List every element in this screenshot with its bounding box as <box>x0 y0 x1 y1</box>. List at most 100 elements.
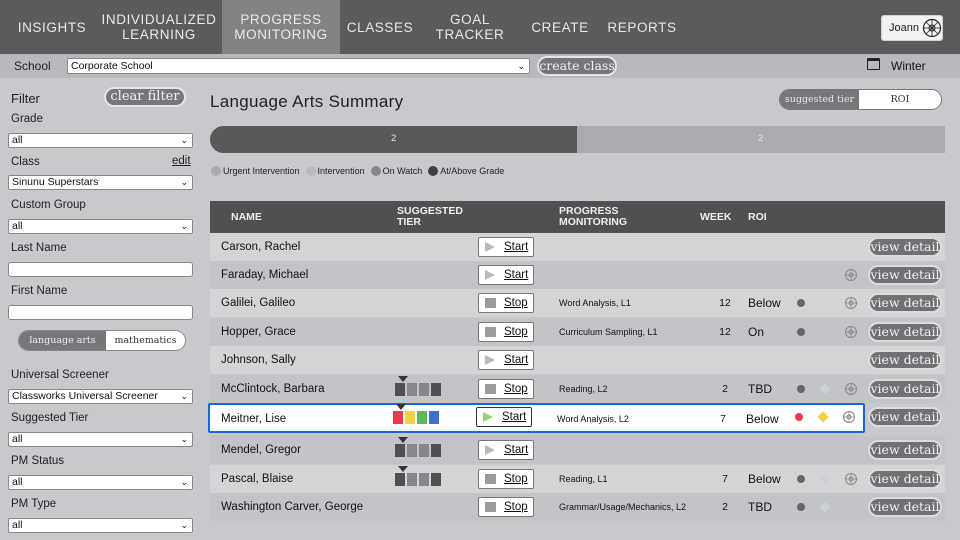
suggested-tier-select[interactable]: all ⌄ <box>8 432 193 447</box>
student-name[interactable]: Carson, Rachel <box>221 233 300 261</box>
view-detail-button[interactable]: view detail <box>868 293 942 313</box>
stop-icon <box>485 298 496 308</box>
nav-individualized-learning[interactable]: INDIVIDUALIZED LEARNING <box>100 0 218 54</box>
nav-insights[interactable]: INSIGHTS <box>14 0 90 54</box>
subject-language-arts[interactable]: language arts <box>19 331 106 350</box>
nav-create[interactable]: CREATE <box>528 0 592 54</box>
table-row[interactable]: Meitner, Lise Start Word Analysis, L2 7 Belo… <box>208 403 865 433</box>
nav-goal-tracker[interactable]: GOAL TRACKER <box>418 0 522 54</box>
table-row[interactable]: Hopper, Grace Stop Curriculum Sampling, L1… <box>210 318 945 346</box>
grade-select[interactable]: all ⌄ <box>8 133 193 148</box>
student-name[interactable]: Washington Carver, George <box>221 493 363 521</box>
monitoring-type: Word Analysis, L1 <box>559 298 631 308</box>
tier-blocks <box>395 473 441 486</box>
universal-screener-select[interactable]: Classworks Universal Screener ⌄ <box>8 389 193 404</box>
tier-marker-icon <box>398 437 408 443</box>
pm-type-label: PM Type <box>11 498 57 510</box>
user-menu[interactable]: Joann <box>881 15 943 41</box>
settings-gear-icon[interactable] <box>842 410 856 424</box>
last-name-input[interactable] <box>8 262 193 277</box>
settings-gear-icon[interactable] <box>844 268 858 282</box>
stop-monitoring-button[interactable]: Stop <box>478 379 534 399</box>
header-name[interactable]: NAME <box>231 212 262 223</box>
view-detail-button[interactable]: view detail <box>868 237 942 257</box>
start-monitoring-button[interactable]: Start <box>478 237 534 257</box>
class-edit-link[interactable]: edit <box>172 155 191 167</box>
view-detail-button[interactable]: view detail <box>868 497 942 517</box>
nav-reports[interactable]: REPORTS <box>604 0 680 54</box>
view-detail-button[interactable]: view detail <box>868 322 942 342</box>
legend-item: Urgent Intervention <box>211 166 300 176</box>
view-detail-button[interactable]: view detail <box>868 265 942 285</box>
student-name[interactable]: Faraday, Michael <box>221 261 308 289</box>
monitoring-type: Word Analysis, L2 <box>557 414 629 424</box>
pm-type-select[interactable]: all ⌄ <box>8 518 193 533</box>
create-class-button[interactable]: create class <box>537 56 617 76</box>
class-select[interactable]: Sinunu Superstars ⌄ <box>8 175 193 190</box>
first-name-input[interactable] <box>8 305 193 320</box>
suggested-tier-toggle[interactable]: suggested tier <box>780 90 860 109</box>
student-name[interactable]: McClintock, Barbara <box>221 375 325 403</box>
view-detail-button[interactable]: view detail <box>868 407 942 427</box>
legend-dot <box>211 166 221 176</box>
pm-status-select[interactable]: all ⌄ <box>8 475 193 490</box>
settings-gear-icon[interactable] <box>844 325 858 339</box>
header-progress-monitoring[interactable]: PROGRESS MONITORING <box>559 206 627 228</box>
header-roi[interactable]: ROI <box>748 212 767 223</box>
table-row[interactable]: Carson, Rachel Start <box>210 233 945 261</box>
roi-toggle[interactable]: ROI <box>859 90 941 109</box>
custom-group-select[interactable]: all ⌄ <box>8 219 193 234</box>
settings-gear-icon[interactable] <box>844 296 858 310</box>
clear-filter-button[interactable]: clear filter <box>104 87 186 107</box>
chevron-down-icon: ⌄ <box>180 391 188 401</box>
view-detail-button[interactable]: view detail <box>868 469 942 489</box>
calendar-icon[interactable] <box>867 58 880 70</box>
stop-monitoring-button[interactable]: Stop <box>478 322 534 342</box>
subject-mathematics[interactable]: mathematics <box>105 331 185 350</box>
monitoring-action-label: Start <box>504 269 529 281</box>
start-monitoring-button[interactable]: Start <box>478 440 534 460</box>
school-select[interactable]: Corporate School ⌄ <box>67 58 530 74</box>
week-value: 12 <box>719 326 731 338</box>
progress-left-count: 2 <box>391 133 397 144</box>
student-name[interactable]: Pascal, Blaise <box>221 465 293 493</box>
subject-toggle: language arts mathematics <box>18 330 186 351</box>
start-monitoring-button[interactable]: Start <box>478 265 534 285</box>
table-row[interactable]: Galilei, Galileo Stop Word Analysis, L1 12 B… <box>210 289 945 317</box>
status-dot <box>795 413 803 421</box>
table-row[interactable]: Faraday, Michael Start <box>210 261 945 289</box>
monitoring-type <box>559 346 689 374</box>
student-name[interactable]: Meitner, Lise <box>221 405 286 433</box>
tier-block <box>431 473 441 486</box>
custom-group-select-value: all <box>12 220 23 232</box>
student-name[interactable]: Hopper, Grace <box>221 318 296 346</box>
chevron-down-icon: ⌄ <box>180 135 188 145</box>
start-monitoring-button[interactable]: Start <box>478 350 534 370</box>
view-detail-button[interactable]: view detail <box>868 350 942 370</box>
play-icon <box>485 242 495 252</box>
header-suggested-tier[interactable]: SUGGESTED TIER <box>397 206 463 228</box>
table-row[interactable]: Pascal, Blaise Stop Reading, L1 7 Below <box>210 465 945 493</box>
stop-monitoring-button[interactable]: Stop <box>478 293 534 313</box>
table-row[interactable]: Mendel, Gregor Start <box>210 436 945 464</box>
student-name[interactable]: Galilei, Galileo <box>221 289 295 317</box>
table-row[interactable]: Washington Carver, George Stop Grammar/Usa… <box>210 493 945 521</box>
tier-progress-bar: 2 2 <box>210 126 945 153</box>
tier-block <box>419 473 429 486</box>
view-detail-button[interactable]: view detail <box>868 440 942 460</box>
season-label[interactable]: Winter <box>891 59 926 73</box>
nav-classes[interactable]: CLASSES <box>344 0 416 54</box>
stop-monitoring-button[interactable]: Stop <box>478 497 534 517</box>
nav-progress-monitoring[interactable]: PROGRESS MONITORING <box>222 0 340 54</box>
settings-gear-icon[interactable] <box>844 382 858 396</box>
view-detail-button[interactable]: view detail <box>868 379 942 399</box>
settings-gear-icon[interactable] <box>844 472 858 486</box>
stop-monitoring-button[interactable]: Stop <box>478 469 534 489</box>
start-monitoring-button[interactable]: Start <box>476 407 532 427</box>
student-name[interactable]: Mendel, Gregor <box>221 436 301 464</box>
table-row[interactable]: McClintock, Barbara Stop Reading, L2 2 TBD <box>210 375 945 403</box>
header-week[interactable]: WEEK <box>700 212 732 223</box>
tier-block <box>407 383 417 396</box>
student-name[interactable]: Johnson, Sally <box>221 346 296 374</box>
table-row[interactable]: Johnson, Sally Start <box>210 346 945 374</box>
